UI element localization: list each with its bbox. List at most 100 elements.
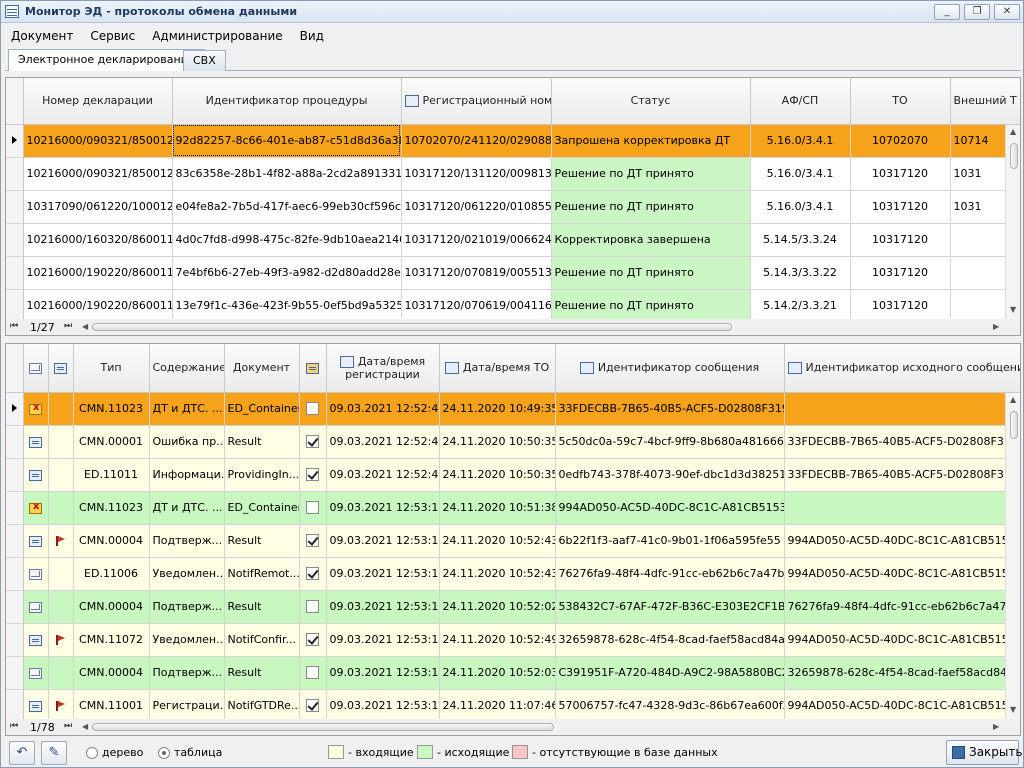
declaration-row[interactable]: 10216000/090321/8500126 83c6358e-28b1-4f8… — [6, 157, 1020, 191]
col-type[interactable]: Тип — [73, 344, 150, 393]
cell-declaration-number[interactable]: 10216000/090321/8500127 — [23, 124, 173, 158]
cell-content[interactable]: Информаци... — [149, 458, 225, 492]
cell-source-message-id[interactable]: 994AD050-AC5D-40DC-8C1C-A81CB515318 — [784, 557, 1020, 591]
cell-source-message-id[interactable]: 32659878-628c-4f54-8cad-faef58acd84a — [784, 656, 1020, 690]
col-source-message-id[interactable]: Идентификатор исходного сообщения — [784, 344, 1020, 393]
cell-registration-number[interactable]: 10317120/070819/0055133 — [401, 256, 552, 290]
row-checkbox[interactable] — [306, 600, 319, 614]
menu-administration[interactable]: Администрирование — [145, 26, 289, 46]
message-row[interactable]: CMN.11001 Регистраци... NotifGTDRe... 09.03… — [6, 689, 1020, 723]
cell-to[interactable]: 10317120 — [850, 190, 951, 224]
cell-to-datetime[interactable]: 24.11.2020 10:50:35 — [439, 425, 556, 459]
col-declaration-number[interactable]: Номер декларации — [23, 78, 173, 125]
message-row[interactable]: CMN.00001 Ошибка пр... Result 09.03.2021 12… — [6, 425, 1020, 459]
cell-type[interactable]: CMN.00004 — [73, 524, 150, 558]
last-page-button[interactable]: ⏭ — [64, 721, 72, 731]
message-row[interactable]: CMN.00004 Подтверж... Result 09.03.2021 12:… — [6, 656, 1020, 690]
cell-message-id[interactable]: 57006757-fc47-4328-9d3c-86b67ea600f2 — [555, 689, 785, 723]
cell-procedure-id[interactable]: 92d82257-8c66-401e-ab87-c51d8d36a385 — [172, 124, 402, 158]
cell-content[interactable]: ДТ и ДТС. ... — [149, 392, 225, 426]
cell-checkbox[interactable] — [299, 458, 327, 492]
radio-tree[interactable]: дерево — [86, 746, 143, 759]
cell-to-datetime[interactable]: 24.11.2020 10:52:43 — [439, 557, 556, 591]
cell-registration-number[interactable]: 10317120/070619/0041164 — [401, 289, 552, 323]
row-indicator[interactable] — [6, 256, 24, 290]
cell-af-sp[interactable]: 5.14.5/3.3.24 — [750, 223, 851, 257]
cell-procedure-id[interactable]: e04fe8a2-7b5d-417f-aec6-99eb30cf596c — [172, 190, 402, 224]
message-row[interactable]: CMN.11072 Уведомлен... NotifConfir... 09.03… — [6, 623, 1020, 657]
cell-message-id[interactable]: 32659878-628c-4f54-8cad-faef58acd84a — [555, 623, 785, 657]
tab-electronic-declaration[interactable]: Электронное декларирование — [8, 49, 205, 71]
cell-content[interactable]: Подтверж... — [149, 590, 225, 624]
bottom-grid-vscroll[interactable]: ▲ ▼ — [1005, 393, 1020, 719]
row-checkbox[interactable] — [306, 666, 319, 680]
row-checkbox[interactable] — [306, 633, 319, 647]
cell-checkbox[interactable] — [299, 590, 327, 624]
cell-status[interactable]: Корректировка завершена — [551, 223, 751, 257]
col-icon-add[interactable] — [48, 344, 74, 393]
cell-source-message-id[interactable]: 994AD050-AC5D-40DC-8C1C-A81CB515318 — [784, 689, 1020, 723]
cell-type[interactable]: CMN.00004 — [73, 590, 150, 624]
scroll-right-button[interactable]: ▶ — [993, 322, 999, 331]
cell-to[interactable]: 10702070 — [850, 124, 951, 158]
cell-document[interactable]: NotifConfir... — [224, 623, 300, 657]
menu-view[interactable]: Вид — [293, 26, 331, 46]
cell-to[interactable]: 10317120 — [850, 157, 951, 191]
cell-document[interactable]: Result — [224, 590, 300, 624]
row-indicator[interactable] — [6, 557, 24, 591]
cell-source-message-id[interactable]: 994AD050-AC5D-40DC-8C1C-A81CB515318 — [784, 524, 1020, 558]
cell-source-message-id[interactable]: 33FDECBB-7B65-40B5-ACF5-D02808F31966 — [784, 425, 1020, 459]
radio-table[interactable]: таблица — [158, 746, 222, 759]
cell-to-datetime[interactable]: 24.11.2020 10:52:43 — [439, 524, 556, 558]
cell-af-sp[interactable]: 5.14.2/3.3.21 — [750, 289, 851, 323]
cell-content[interactable]: Подтверж... — [149, 656, 225, 690]
cell-message-id[interactable]: 33FDECBB-7B65-40B5-ACF5-D02808F31966 — [555, 392, 785, 426]
row-indicator[interactable] — [6, 590, 24, 624]
cell-reg-datetime[interactable]: 09.03.2021 12:52:46 — [326, 425, 440, 459]
cell-reg-datetime[interactable]: 09.03.2021 12:53:14 — [326, 656, 440, 690]
cell-document[interactable]: NotifGTDRe... — [224, 689, 300, 723]
col-check-icon[interactable] — [299, 344, 327, 393]
cell-message-id[interactable]: C391951F-A720-484D-A9C2-98A5880BC2F6 — [555, 656, 785, 690]
declaration-row[interactable]: 10216000/190220/8600116 7e4bf6b6-27eb-49f… — [6, 256, 1020, 290]
maximize-button[interactable]: ❐ — [964, 4, 990, 20]
scroll-left-button[interactable]: ◀ — [82, 722, 88, 731]
cell-to-datetime[interactable]: 24.11.2020 10:51:38 — [439, 491, 556, 525]
row-indicator[interactable] — [6, 190, 24, 224]
declaration-row[interactable]: 10317090/061220/1000121 e04fe8a2-7b5d-417… — [6, 190, 1020, 224]
scroll-right-button[interactable]: ▶ — [993, 722, 999, 731]
cell-source-message-id[interactable]: 994AD050-AC5D-40DC-8C1C-A81CB515318 — [784, 623, 1020, 657]
cell-to-datetime[interactable]: 24.11.2020 11:07:46 — [439, 689, 556, 723]
last-page-button[interactable]: ⏭ — [64, 321, 72, 331]
menu-service[interactable]: Сервис — [83, 26, 142, 46]
top-grid-hscroll-thumb[interactable] — [92, 323, 732, 331]
row-checkbox[interactable] — [306, 468, 319, 482]
row-checkbox[interactable] — [306, 534, 319, 548]
cell-document[interactable]: ProvidingIn... — [224, 458, 300, 492]
col-document[interactable]: Документ — [224, 344, 300, 393]
declaration-row[interactable]: 10216000/160320/8600117 4d0c7fd8-d998-475… — [6, 223, 1020, 257]
row-indicator[interactable] — [6, 458, 24, 492]
row-indicator[interactable] — [6, 223, 24, 257]
message-row[interactable]: CMN.00004 Подтверж... Result 09.03.2021 12:… — [6, 524, 1020, 558]
bottom-grid-hscroll-thumb[interactable] — [92, 723, 554, 731]
cell-procedure-id[interactable]: 13e79f1c-436e-423f-9b55-0ef5bd9a5325 — [172, 289, 402, 323]
radio-table-circle[interactable] — [158, 746, 170, 759]
row-indicator[interactable] — [6, 425, 24, 459]
cell-status[interactable]: Решение по ДТ принято — [551, 256, 751, 290]
row-checkbox[interactable] — [306, 402, 319, 416]
row-checkbox[interactable] — [306, 501, 319, 515]
top-grid-vscroll-thumb[interactable] — [1010, 143, 1018, 169]
cell-declaration-number[interactable]: 10216000/190220/8600115 — [23, 289, 173, 323]
close-button[interactable]: Закрыть — [946, 740, 1022, 765]
message-row[interactable]: CMN.00004 Подтверж... Result 09.03.2021 12:… — [6, 590, 1020, 624]
col-to[interactable]: ТО — [850, 78, 951, 125]
cell-procedure-id[interactable]: 7e4bf6b6-27eb-49f3-a982-d2d80add28eb — [172, 256, 402, 290]
cell-declaration-number[interactable]: 10317090/061220/1000121 — [23, 190, 173, 224]
clear-button[interactable]: ✎ — [41, 741, 67, 765]
col-procedure-id[interactable]: Идентификатор процедуры — [172, 78, 402, 125]
close-window-button[interactable]: ✕ — [994, 4, 1020, 20]
cell-registration-number[interactable]: 10317120/131120/0098130 — [401, 157, 552, 191]
cell-type[interactable]: CMN.00001 — [73, 425, 150, 459]
cell-type[interactable]: CMN.11023 — [73, 491, 150, 525]
